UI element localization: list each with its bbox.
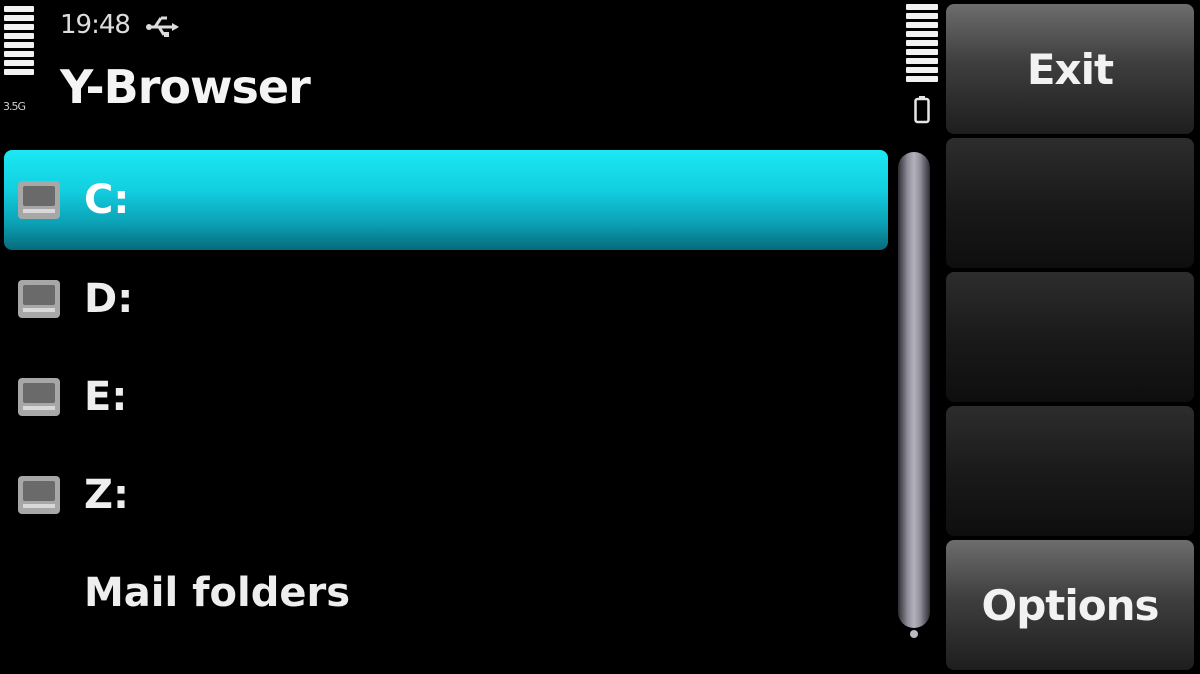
list-item-label: Mail folders [84, 570, 351, 616]
list-item-label: E: [84, 374, 128, 420]
drive-icon [18, 476, 60, 514]
scrollbar[interactable] [898, 152, 930, 640]
toolbar-slot-empty [946, 406, 1194, 536]
scrollbar-thumb[interactable] [898, 152, 930, 628]
list-item-drive-c[interactable]: C: [4, 150, 888, 250]
list-item-label: C: [84, 177, 130, 223]
app-title: Y-Browser [60, 60, 311, 114]
list-item-drive-d[interactable]: D: [4, 250, 888, 348]
toolbar-slot-empty [946, 138, 1194, 268]
signal-strength-icon [4, 6, 34, 75]
toolbar-slot-empty [946, 272, 1194, 402]
network-indicator: 3.5G [3, 100, 26, 113]
list-item-drive-z[interactable]: Z: [4, 446, 888, 544]
drive-list: C: D: E: Z: Mail folders [4, 150, 888, 642]
battery-level-meter [906, 4, 938, 82]
options-softkey[interactable]: Options [946, 540, 1194, 670]
clock: 19:48 [60, 10, 131, 40]
usb-icon [146, 16, 179, 37]
drive-icon [18, 280, 60, 318]
scrollbar-end-cap [910, 630, 918, 638]
list-item-label: D: [84, 276, 134, 322]
drive-icon [18, 181, 60, 219]
drive-icon [18, 378, 60, 416]
list-item-drive-e[interactable]: E: [4, 348, 888, 446]
exit-softkey[interactable]: Exit [946, 4, 1194, 134]
list-item-label: Z: [84, 472, 129, 518]
list-item-mail-folders[interactable]: Mail folders [4, 544, 888, 642]
screen: 3.5G 19:48 Y-Browser C: D: E: Z: Mail fo… [0, 0, 1200, 674]
battery-icon [914, 96, 930, 124]
